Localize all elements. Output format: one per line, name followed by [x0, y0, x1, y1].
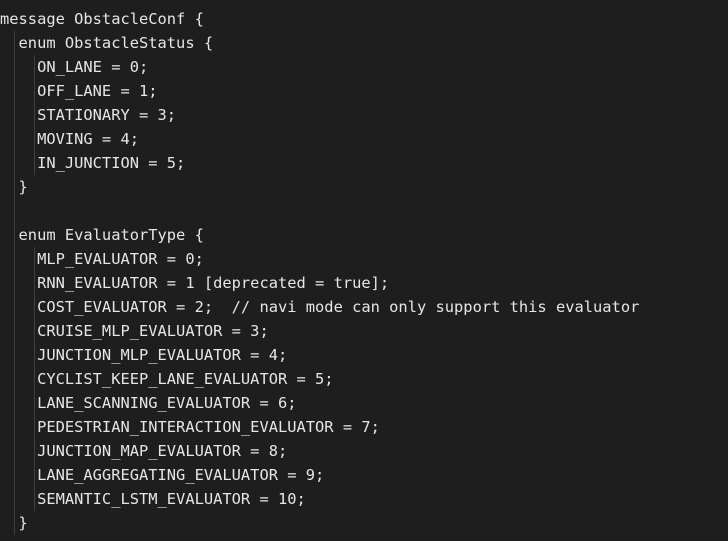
code-text: } [0, 514, 28, 532]
code-text: CRUISE_MLP_EVALUATOR = 3; [0, 322, 269, 340]
code-text: CYCLIST_KEEP_LANE_EVALUATOR = 5; [0, 370, 334, 388]
code-line: IN_JUNCTION = 5; [0, 151, 728, 175]
code-line: enum EvaluatorType { [0, 223, 728, 247]
code-text: IN_JUNCTION = 5; [0, 154, 186, 172]
code-line: STATIONARY = 3; [0, 103, 728, 127]
code-line [0, 199, 728, 223]
code-line: CRUISE_MLP_EVALUATOR = 3; [0, 319, 728, 343]
code-text: message ObstacleConf { [0, 10, 204, 28]
code-line: message ObstacleConf { [0, 7, 728, 31]
code-editor[interactable]: message ObstacleConf { enum ObstacleStat… [0, 0, 728, 541]
code-text: SEMANTIC_LSTM_EVALUATOR = 10; [0, 490, 306, 508]
code-line: RNN_EVALUATOR = 1 [deprecated = true]; [0, 271, 728, 295]
code-line: enum ObstacleStatus { [0, 31, 728, 55]
code-text: MOVING = 4; [0, 130, 139, 148]
code-line: COST_EVALUATOR = 2; // navi mode can onl… [0, 295, 728, 319]
code-line: ON_LANE = 0; [0, 55, 728, 79]
code-text: ON_LANE = 0; [0, 58, 149, 76]
code-text: JUNCTION_MLP_EVALUATOR = 4; [0, 346, 288, 364]
code-line: } [0, 511, 728, 535]
code-text: JUNCTION_MAP_EVALUATOR = 8; [0, 442, 288, 460]
code-text: enum EvaluatorType { [0, 226, 204, 244]
code-line: JUNCTION_MAP_EVALUATOR = 8; [0, 439, 728, 463]
code-line: MLP_EVALUATOR = 0; [0, 247, 728, 271]
code-text: COST_EVALUATOR = 2; // navi mode can onl… [0, 298, 640, 316]
code-line: LANE_SCANNING_EVALUATOR = 6; [0, 391, 728, 415]
code-text: MLP_EVALUATOR = 0; [0, 250, 204, 268]
code-text: } [0, 178, 28, 196]
code-line: PEDESTRIAN_INTERACTION_EVALUATOR = 7; [0, 415, 728, 439]
code-line: CYCLIST_KEEP_LANE_EVALUATOR = 5; [0, 367, 728, 391]
code-line: SEMANTIC_LSTM_EVALUATOR = 10; [0, 487, 728, 511]
indent-guide [14, 199, 15, 223]
code-line: JUNCTION_MLP_EVALUATOR = 4; [0, 343, 728, 367]
code-line: MOVING = 4; [0, 127, 728, 151]
code-text: OFF_LANE = 1; [0, 82, 158, 100]
code-line: OFF_LANE = 1; [0, 79, 728, 103]
code-text: enum ObstacleStatus { [0, 34, 214, 52]
code-text: RNN_EVALUATOR = 1 [deprecated = true]; [0, 274, 390, 292]
code-line: LANE_AGGREGATING_EVALUATOR = 9; [0, 463, 728, 487]
code-text: PEDESTRIAN_INTERACTION_EVALUATOR = 7; [0, 418, 380, 436]
code-text: STATIONARY = 3; [0, 106, 177, 124]
code-text: LANE_AGGREGATING_EVALUATOR = 9; [0, 466, 325, 484]
code-text: LANE_SCANNING_EVALUATOR = 6; [0, 394, 297, 412]
code-line: } [0, 175, 728, 199]
